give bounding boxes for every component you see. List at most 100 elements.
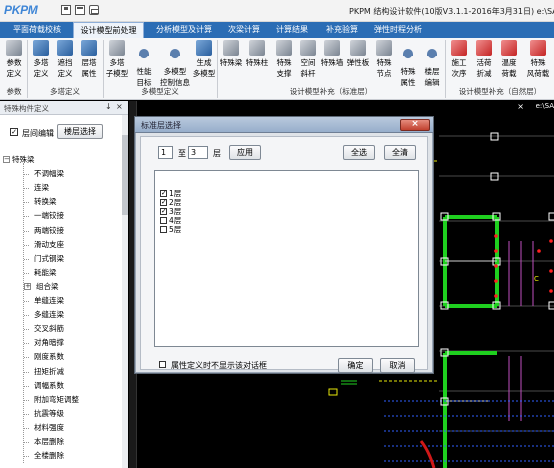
tree-item[interactable]: 交叉斜筋 bbox=[34, 324, 64, 334]
parameters-icon bbox=[6, 40, 22, 56]
space-diagonal-button[interactable]: 空间 斜杆 bbox=[296, 40, 320, 84]
tree-item[interactable]: 附加弯矩调整 bbox=[34, 395, 79, 405]
window-title: PKPM 结构设计软件(10版V3.1.1-2016年3月31日) e:\SA bbox=[349, 7, 554, 16]
floor-list-item[interactable]: ✓ 1层 bbox=[160, 189, 181, 198]
tree-item[interactable]: 特殊梁 bbox=[12, 155, 35, 165]
tree-expander-icon[interactable]: + bbox=[24, 282, 31, 290]
tab-plane-load-check[interactable]: 平面荷载校核 bbox=[2, 22, 72, 38]
tree-item[interactable]: 全楼删除 bbox=[34, 451, 64, 461]
no-dialog-label: 属性定义时不显示该对话框 bbox=[171, 361, 267, 370]
generate-model-button[interactable]: 生成 多模型 bbox=[192, 40, 216, 84]
floor-list-item[interactable]: ✓ 3层 bbox=[160, 207, 181, 216]
scrollbar-thumb[interactable] bbox=[122, 135, 128, 215]
tab-supplementary-check[interactable]: 补充验算 bbox=[320, 22, 364, 38]
live-load-reduction-button[interactable]: 活荷 折减 bbox=[472, 40, 496, 84]
multi-model-button[interactable]: 多模型 控制信息 bbox=[160, 40, 190, 87]
tree-item[interactable]: 转换梁 bbox=[34, 197, 57, 207]
save-icon[interactable] bbox=[61, 5, 71, 15]
tree-item[interactable]: 连梁 bbox=[34, 183, 49, 193]
temperature-load-button[interactable]: 温度 荷载 bbox=[497, 40, 521, 84]
special-property-button[interactable]: 特殊 属性 bbox=[396, 40, 420, 87]
tree-item[interactable]: 调幅系数 bbox=[34, 381, 64, 391]
red-markers bbox=[494, 234, 553, 298]
floor-list-item[interactable]: 4层 bbox=[160, 216, 181, 225]
tree-item[interactable]: 一端铰接 bbox=[34, 211, 64, 221]
tab-secondary-beam[interactable]: 次梁计算 bbox=[222, 22, 266, 38]
floor-edit-button[interactable]: 楼层 编辑 bbox=[420, 40, 444, 87]
group-label-natural-floor: 设计模型补充（自然层） bbox=[458, 87, 542, 96]
special-node-button[interactable]: 特殊 节点 bbox=[372, 40, 396, 84]
pin-icon[interactable]: ↓ bbox=[105, 102, 112, 111]
construction-order-button[interactable]: 施工 次序 bbox=[447, 40, 471, 84]
panel-header: 特殊构件定义 ↓ × bbox=[0, 101, 128, 115]
cancel-button[interactable]: 取消 bbox=[380, 358, 415, 373]
to-floor-input[interactable]: 3 bbox=[188, 146, 208, 159]
elastic-slab-button[interactable]: 弹性板 bbox=[346, 40, 370, 84]
special-member-panel: 特殊构件定义 ↓ × ✓ 层间编辑 楼层选择 − 特殊梁 不调幅梁 连梁 转换梁 一端铰接… bbox=[0, 101, 128, 468]
floor-checkbox[interactable]: ✓ bbox=[160, 208, 167, 215]
no-dialog-checkbox[interactable] bbox=[159, 361, 166, 368]
tree-branch bbox=[24, 230, 29, 232]
special-column-button[interactable]: 特殊柱 bbox=[245, 40, 269, 84]
tree-item[interactable]: 滑动支座 bbox=[34, 240, 64, 250]
tree-item[interactable]: 组合梁 bbox=[36, 282, 59, 292]
tree-item[interactable]: 不调幅梁 bbox=[34, 169, 64, 179]
dialog-body: 1 至 3 层 应用 全选 全清 ✓ 1层 ✓ 2层 ✓ 3层 4层 5层 属性定义时不显示该… bbox=[140, 136, 428, 373]
wind-load-button[interactable]: 特殊 风荷载 bbox=[523, 40, 553, 84]
close-icon[interactable]: × bbox=[116, 102, 123, 111]
floor-tower-button[interactable]: 层塔 属性 bbox=[77, 40, 101, 84]
special-wall-button[interactable]: 特殊墙 bbox=[320, 40, 344, 84]
dialog-close-button[interactable]: × bbox=[400, 119, 430, 131]
from-floor-input[interactable]: 1 bbox=[158, 146, 173, 159]
tree-branch bbox=[24, 442, 29, 443]
multi-tower-icon bbox=[33, 40, 49, 56]
tree-item[interactable]: 门式钢梁 bbox=[34, 254, 64, 264]
tree-item[interactable]: 刚度系数 bbox=[34, 352, 64, 362]
tree-item[interactable]: 单缝连梁 bbox=[34, 296, 64, 306]
group-label-multi-tower: 多塔定义 bbox=[50, 87, 80, 96]
tree-item[interactable]: 多缝连梁 bbox=[34, 310, 64, 320]
floor-tower-icon bbox=[81, 40, 97, 56]
sub-model-button[interactable]: 多塔 子模型 bbox=[105, 40, 129, 84]
performance-target-button[interactable]: 性能 目标 bbox=[132, 40, 156, 87]
tree-item[interactable]: 抗震等级 bbox=[34, 409, 64, 419]
special-column-icon bbox=[249, 40, 265, 56]
floor-select-button[interactable]: 楼层选择 bbox=[57, 124, 103, 139]
performance-target-icon bbox=[136, 49, 152, 65]
panel-scrollbar[interactable] bbox=[122, 115, 128, 468]
special-beam-button[interactable]: 特殊梁 bbox=[219, 40, 243, 84]
tab-time-history[interactable]: 弹性时程分析 bbox=[370, 22, 426, 38]
tree-item[interactable]: 扭矩折减 bbox=[34, 367, 64, 377]
tree-item[interactable]: 材料强度 bbox=[34, 423, 64, 433]
live-load-reduction-icon bbox=[476, 40, 492, 56]
multi-tower-button[interactable]: 多塔 定义 bbox=[29, 40, 53, 84]
apply-button[interactable]: 应用 bbox=[229, 145, 261, 160]
tree-branch bbox=[24, 456, 29, 458]
tree-item[interactable]: 对角暗撑 bbox=[34, 338, 64, 348]
special-brace-button[interactable]: 特殊 支撑 bbox=[272, 40, 296, 84]
ok-button[interactable]: 确定 bbox=[338, 358, 373, 373]
floor-checkbox[interactable] bbox=[160, 226, 167, 233]
tab-results[interactable]: 计算结果 bbox=[270, 22, 314, 38]
green-beams bbox=[443, 215, 499, 468]
select-all-button[interactable]: 全选 bbox=[343, 145, 375, 160]
clear-all-button[interactable]: 全清 bbox=[384, 145, 416, 160]
tree-expander-icon[interactable]: − bbox=[3, 156, 10, 163]
tab-design-preprocess[interactable]: 设计模型前处理 bbox=[73, 22, 144, 38]
floor-checkbox[interactable] bbox=[160, 217, 167, 224]
print-icon[interactable] bbox=[89, 5, 99, 15]
tree-item[interactable]: 两端铰接 bbox=[34, 226, 64, 236]
shelter-button[interactable]: 遮挡 定义 bbox=[53, 40, 77, 84]
floor-list-item[interactable]: 5层 bbox=[160, 225, 181, 234]
special-wall-icon bbox=[324, 40, 340, 56]
open-icon[interactable] bbox=[75, 5, 85, 15]
tree-item[interactable]: 本层删除 bbox=[34, 437, 64, 447]
tree-item[interactable]: 耗能梁 bbox=[34, 268, 57, 278]
floor-checkbox[interactable]: ✓ bbox=[160, 190, 167, 197]
floor-list-item[interactable]: ✓ 2层 bbox=[160, 198, 181, 207]
tab-analysis-model[interactable]: 分析模型及计算 bbox=[147, 22, 221, 38]
parameters-button[interactable]: 参数 定义 bbox=[2, 40, 26, 84]
floor-checkbox[interactable]: ✓ bbox=[160, 199, 167, 206]
layer-edit-checkbox[interactable]: ✓ bbox=[10, 128, 18, 136]
shelter-icon bbox=[57, 40, 73, 56]
